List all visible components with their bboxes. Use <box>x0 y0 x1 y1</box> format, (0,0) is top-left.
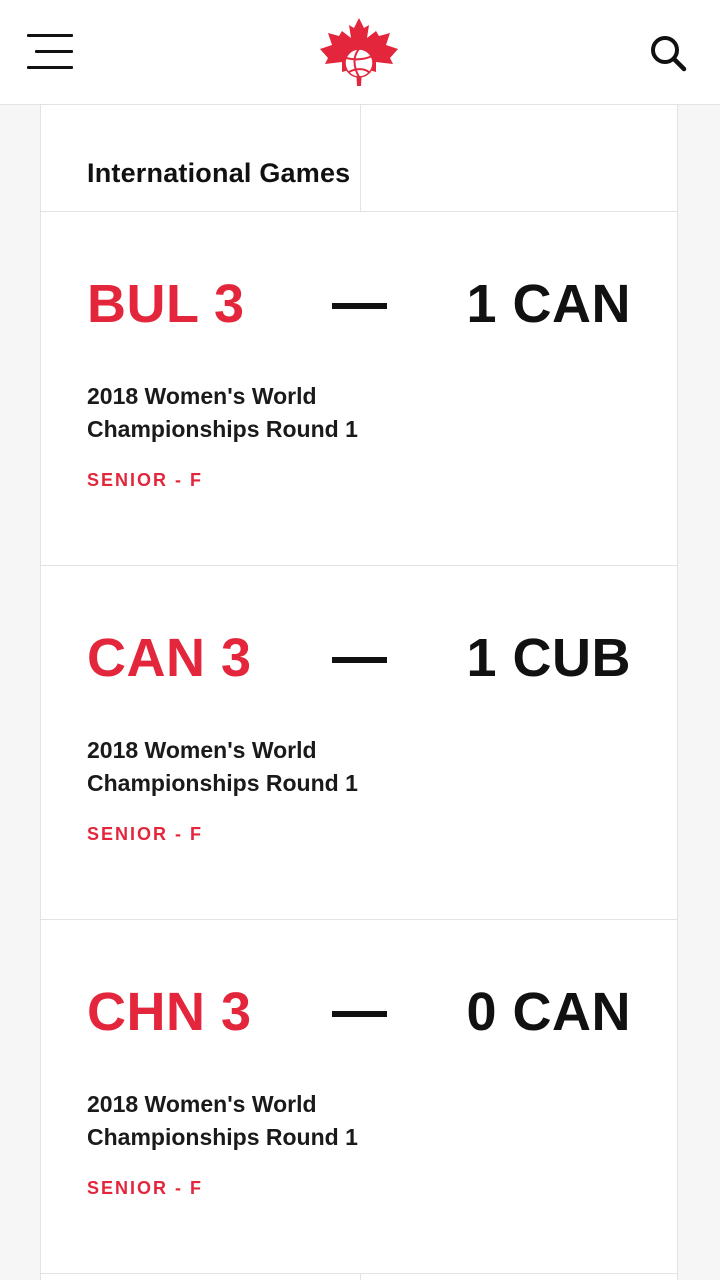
section-header: International Games <box>41 105 677 212</box>
away-score: 1 CAN <box>466 274 631 334</box>
home-score: CAN 3 <box>87 628 252 688</box>
menu-line <box>35 50 73 53</box>
score-separator <box>332 657 387 663</box>
page: International Games BUL 3 1 CAN 2018 Wom… <box>0 0 720 1280</box>
game-card[interactable]: BUL 3 1 CAN 2018 Women's World Champions… <box>41 212 677 566</box>
menu-line <box>27 66 73 69</box>
away-score: 0 CAN <box>466 982 631 1042</box>
home-score: BUL 3 <box>87 274 245 334</box>
game-card[interactable]: CHN 3 0 CAN 2018 Women's World Champions… <box>41 920 677 1274</box>
away-score: 1 CUB <box>466 628 631 688</box>
event-name: 2018 Women's World Championships Round 1 <box>87 383 358 442</box>
score-separator <box>332 303 387 309</box>
top-header <box>0 0 720 105</box>
category-label: SENIOR - F <box>87 1178 204 1198</box>
event-name: 2018 Women's World Championships Round 1 <box>87 737 358 796</box>
event-name: 2018 Women's World Championships Round 1 <box>87 1091 358 1150</box>
search-handle <box>671 56 687 72</box>
results-column: International Games BUL 3 1 CAN 2018 Wom… <box>40 105 678 1280</box>
category-label: SENIOR - F <box>87 824 204 844</box>
category-label: SENIOR - F <box>87 470 204 490</box>
next-section-strip <box>41 1274 677 1280</box>
section-divider <box>360 105 361 211</box>
menu-line <box>27 34 73 37</box>
hamburger-menu-icon[interactable] <box>27 32 75 72</box>
maple-leaf-volleyball-logo[interactable] <box>320 18 398 86</box>
game-card[interactable]: CAN 3 1 CUB 2018 Women's World Champions… <box>41 566 677 920</box>
home-score: CHN 3 <box>87 982 252 1042</box>
section-title: International Games <box>87 158 351 188</box>
search-icon[interactable] <box>648 33 688 73</box>
score-separator <box>332 1011 387 1017</box>
section-divider <box>360 1274 361 1280</box>
